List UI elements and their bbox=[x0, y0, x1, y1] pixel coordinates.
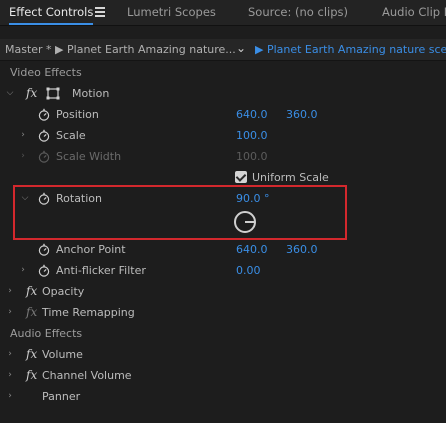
channel-volume-label: Channel Volume bbox=[42, 369, 132, 382]
anti-flicker-value[interactable]: 0.00 bbox=[236, 260, 261, 281]
panner-effect-row[interactable]: › Panner bbox=[0, 386, 446, 407]
stopwatch-icon[interactable] bbox=[38, 108, 50, 121]
scale-width-value: 100.0 bbox=[236, 150, 268, 163]
scale-label: Scale bbox=[56, 129, 86, 142]
anchor-point-label: Anchor Point bbox=[56, 243, 126, 256]
stopwatch-icon[interactable] bbox=[38, 264, 50, 277]
time-remapping-label: Time Remapping bbox=[42, 306, 135, 319]
position-x-value[interactable]: 640.0 bbox=[236, 104, 268, 125]
motion-effect-row[interactable]: ⌵ fx Motion bbox=[0, 83, 446, 104]
tab-effect-controls[interactable]: Effect Controls bbox=[9, 0, 94, 26]
volume-effect-row[interactable]: › fx Volume bbox=[0, 344, 446, 365]
fx-icon: fx bbox=[26, 305, 38, 319]
sequence-clip-label[interactable]: ▶ Planet Earth Amazing nature scene bbox=[255, 43, 446, 56]
time-remapping-effect-row[interactable]: › fx Time Remapping bbox=[0, 302, 446, 323]
expand-twisty-icon[interactable]: › bbox=[5, 281, 15, 302]
highlight-box bbox=[13, 185, 347, 240]
tab-lumetri-scopes[interactable]: Lumetri Scopes bbox=[127, 0, 216, 26]
scale-row: › Scale 100.0 bbox=[0, 125, 446, 146]
opacity-effect-row[interactable]: › fx Opacity bbox=[0, 281, 446, 302]
anchor-point-row: Anchor Point 640.0 360.0 bbox=[0, 239, 446, 260]
stopwatch-icon[interactable] bbox=[38, 129, 50, 142]
scale-value[interactable]: 100.0 bbox=[236, 125, 268, 146]
audio-effects-header: Audio Effects bbox=[10, 327, 83, 340]
tab-source[interactable]: Source: (no clips) bbox=[248, 0, 348, 26]
stopwatch-icon[interactable] bbox=[38, 243, 50, 256]
position-row: Position 640.0 360.0 bbox=[0, 104, 446, 125]
source-clip-label[interactable]: Master * ▶ Planet Earth Amazing nature..… bbox=[5, 43, 236, 56]
volume-label: Volume bbox=[42, 348, 83, 361]
expand-twisty-icon[interactable]: › bbox=[5, 344, 15, 365]
uniform-scale-checkbox[interactable] bbox=[235, 171, 247, 183]
fx-icon[interactable]: fx bbox=[26, 344, 37, 365]
position-y-value[interactable]: 360.0 bbox=[286, 104, 318, 125]
chevron-down-icon[interactable]: ⌄ bbox=[236, 41, 246, 55]
fx-icon[interactable]: fx bbox=[26, 281, 37, 302]
anchor-point-x-value[interactable]: 640.0 bbox=[236, 239, 268, 260]
expand-twisty-icon[interactable]: › bbox=[18, 125, 28, 146]
fx-icon[interactable]: fx bbox=[26, 365, 37, 386]
expand-twisty-icon[interactable]: ⌵ bbox=[5, 83, 15, 104]
anti-flicker-label: Anti-flicker Filter bbox=[56, 264, 146, 277]
expand-twisty-icon[interactable]: › bbox=[5, 365, 15, 386]
clip-header: Master * ▶ Planet Earth Amazing nature..… bbox=[0, 39, 446, 61]
position-label: Position bbox=[56, 108, 99, 121]
tab-audio-clip-mixer[interactable]: Audio Clip M bbox=[382, 0, 446, 26]
scale-width-row: › Scale Width 100.0 bbox=[0, 146, 446, 167]
motion-label: Motion bbox=[72, 87, 110, 100]
stopwatch-icon bbox=[38, 150, 50, 163]
scale-width-label: Scale Width bbox=[56, 150, 122, 163]
panel-tab-bar: Effect Controls Lumetri Scopes Source: (… bbox=[0, 0, 446, 26]
panel-menu-icon[interactable] bbox=[95, 7, 105, 17]
expand-twisty-icon[interactable]: › bbox=[5, 386, 15, 407]
expand-twisty-icon[interactable]: › bbox=[5, 302, 15, 323]
fx-icon[interactable]: fx bbox=[26, 83, 37, 104]
expand-twisty-icon: › bbox=[21, 151, 25, 161]
video-effects-header: Video Effects bbox=[10, 66, 82, 79]
panner-label: Panner bbox=[42, 390, 81, 403]
expand-twisty-icon[interactable]: › bbox=[18, 260, 28, 281]
anchor-point-y-value[interactable]: 360.0 bbox=[286, 239, 318, 260]
channel-volume-effect-row[interactable]: › fx Channel Volume bbox=[0, 365, 446, 386]
anti-flicker-row: › Anti-flicker Filter 0.00 bbox=[0, 260, 446, 281]
opacity-label: Opacity bbox=[42, 285, 85, 298]
transform-box-icon[interactable] bbox=[46, 87, 60, 100]
